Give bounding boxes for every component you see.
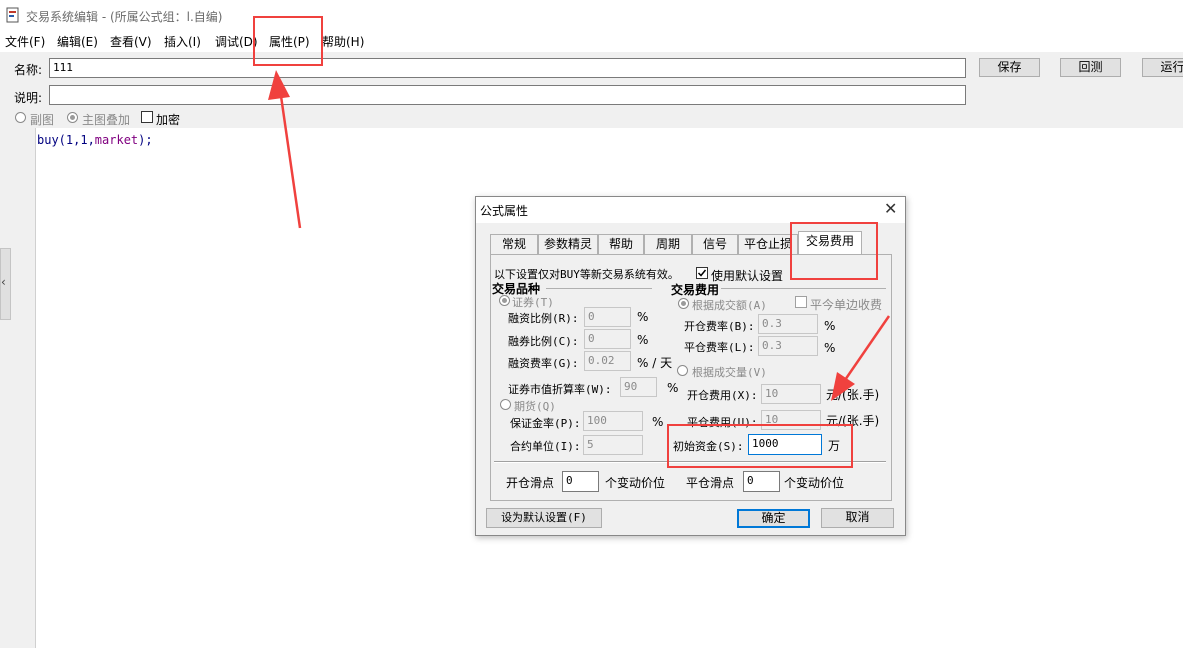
arrow-to-fee-value [831, 315, 891, 401]
arrow-to-properties-menu [268, 70, 302, 229]
annotation-arrows [268, 70, 891, 401]
